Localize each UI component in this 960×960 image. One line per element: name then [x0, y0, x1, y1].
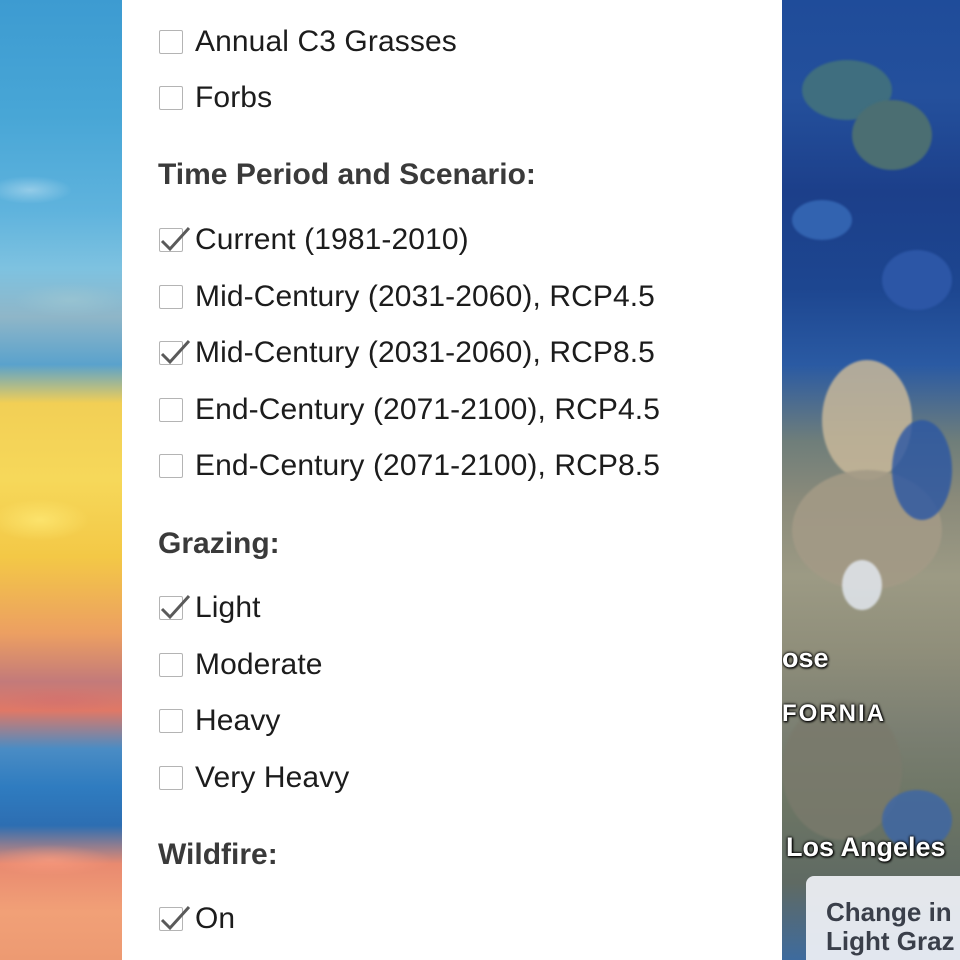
filter-panel: Annual C3 Grasses Forbs Time Period and … [122, 0, 782, 960]
checkbox-option-light[interactable]: Light [159, 588, 261, 628]
legend-title-line1: Change in [826, 897, 952, 927]
checkmark-icon [160, 339, 191, 365]
decorative-painting [0, 0, 122, 960]
checkbox[interactable] [159, 86, 183, 110]
checkbox[interactable] [159, 30, 183, 54]
option-label: Annual C3 Grasses [195, 25, 457, 58]
checkbox-option-end-century-rcp45[interactable]: End-Century (2071-2100), RCP4.5 [159, 390, 660, 430]
option-label: End-Century (2071-2100), RCP8.5 [195, 449, 661, 482]
checkbox[interactable] [159, 594, 191, 620]
checkbox[interactable] [159, 226, 191, 252]
option-label: On [195, 902, 236, 935]
checkmark-icon [160, 905, 191, 931]
option-label: Heavy [195, 704, 281, 737]
option-label: Light [195, 591, 261, 624]
map-terrain [892, 420, 952, 520]
option-label: Mid-Century (2031-2060), RCP8.5 [195, 336, 655, 369]
legend-title-line2: Light Graz [826, 926, 955, 956]
checkbox-option-very-heavy[interactable]: Very Heavy [159, 758, 349, 798]
checkbox-option-heavy[interactable]: Heavy [159, 701, 281, 741]
checkbox-option-annual-c3-grasses[interactable]: Annual C3 Grasses [159, 22, 457, 62]
option-label: Current (1981-2010) [195, 223, 469, 256]
checkbox[interactable] [159, 339, 191, 365]
checkbox[interactable] [159, 285, 183, 309]
checkbox[interactable] [159, 454, 183, 478]
section-title-grazing: Grazing: [158, 527, 280, 560]
map-view[interactable]: ose FORNIA Los Angeles Change in Light G… [782, 0, 960, 960]
option-label: Very Heavy [195, 761, 350, 794]
map-terrain [882, 250, 952, 310]
checkbox-option-wildfire-on[interactable]: On [159, 899, 235, 939]
section-title-wildfire: Wildfire: [158, 838, 278, 871]
checkbox[interactable] [159, 766, 183, 790]
checkbox[interactable] [159, 709, 183, 733]
checkbox-option-forbs[interactable]: Forbs [159, 78, 272, 118]
checkbox-option-current[interactable]: Current (1981-2010) [159, 220, 469, 260]
map-terrain [842, 560, 882, 610]
option-label: Mid-Century (2031-2060), RCP4.5 [195, 280, 655, 313]
map-label-state: FORNIA [782, 700, 886, 727]
checkbox-option-mid-century-rcp85[interactable]: Mid-Century (2031-2060), RCP8.5 [159, 333, 655, 373]
section-title-time-period: Time Period and Scenario: [158, 158, 536, 191]
map-label-city: ose [782, 643, 829, 673]
checkmark-icon [160, 594, 191, 620]
option-label: Forbs [195, 81, 273, 114]
option-label: End-Century (2071-2100), RCP4.5 [195, 393, 661, 426]
checkbox[interactable] [159, 905, 191, 931]
option-label: Moderate [195, 648, 323, 681]
map-terrain [852, 100, 932, 170]
checkbox-option-mid-century-rcp45[interactable]: Mid-Century (2031-2060), RCP4.5 [159, 277, 655, 317]
checkbox-option-end-century-rcp85[interactable]: End-Century (2071-2100), RCP8.5 [159, 446, 660, 486]
checkmark-icon [160, 226, 191, 252]
checkbox[interactable] [159, 398, 183, 422]
map-label-los-angeles: Los Angeles [786, 832, 946, 862]
map-terrain [792, 200, 852, 240]
checkbox-option-moderate[interactable]: Moderate [159, 645, 323, 685]
checkbox[interactable] [159, 653, 183, 677]
map-legend: Change in Light Graz [806, 876, 960, 960]
